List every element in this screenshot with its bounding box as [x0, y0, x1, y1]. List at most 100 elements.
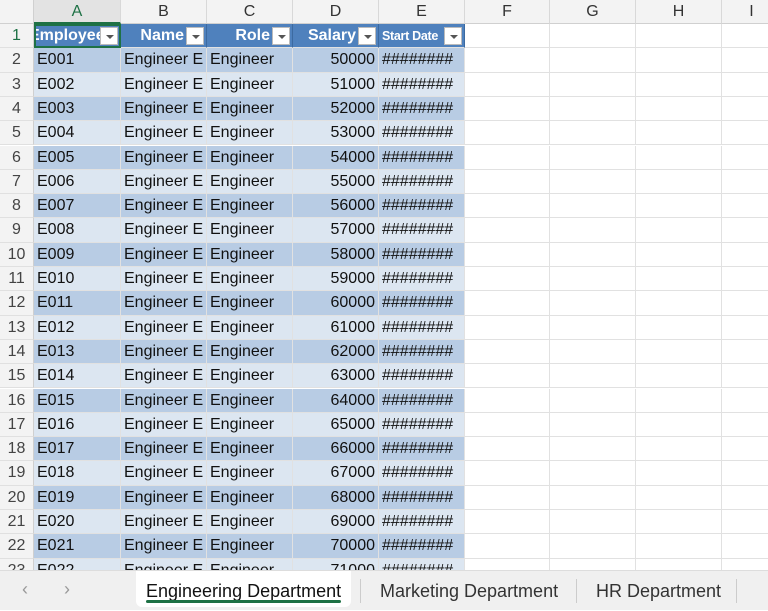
empty-cell[interactable]	[550, 169, 636, 195]
empty-cell[interactable]	[465, 388, 550, 413]
empty-cell[interactable]	[636, 315, 722, 340]
cell-role[interactable]: Engineer	[207, 218, 293, 243]
row-header[interactable]: 8	[0, 194, 34, 219]
empty-cell[interactable]	[465, 339, 550, 365]
row-header[interactable]: 4	[0, 96, 34, 122]
empty-cell[interactable]	[550, 388, 636, 413]
empty-cell[interactable]	[465, 534, 550, 559]
row-header[interactable]: 17	[0, 412, 34, 438]
empty-cell[interactable]	[465, 437, 550, 462]
empty-cell[interactable]	[465, 145, 550, 170]
cell-salary[interactable]: 68000	[293, 485, 379, 510]
cell-role[interactable]: Engineer	[207, 121, 293, 146]
empty-cell[interactable]	[722, 218, 768, 243]
cell-name[interactable]: Engineer E	[121, 48, 207, 73]
row-header[interactable]: 22	[0, 534, 34, 559]
cell-employee[interactable]: E001	[34, 48, 121, 73]
empty-cell[interactable]	[636, 364, 722, 389]
empty-cell[interactable]	[465, 485, 550, 510]
cell-name[interactable]: Engineer E	[121, 315, 207, 340]
row-header[interactable]: 23	[0, 558, 34, 570]
empty-cell[interactable]	[465, 364, 550, 389]
empty-cell[interactable]	[722, 461, 768, 486]
column-header-e[interactable]: E	[379, 0, 465, 24]
cell-name[interactable]: Engineer E	[121, 145, 207, 170]
cell-start-date[interactable]: ########	[379, 169, 465, 195]
empty-cell[interactable]	[636, 461, 722, 486]
select-all-corner[interactable]	[0, 0, 34, 24]
empty-cell[interactable]	[636, 72, 722, 97]
header-cell-employee[interactable]: Employee	[34, 24, 121, 49]
cell-employee[interactable]: E007	[34, 194, 121, 219]
empty-cell[interactable]	[636, 388, 722, 413]
empty-cell[interactable]	[550, 218, 636, 243]
row-header[interactable]: 20	[0, 485, 34, 510]
empty-cell[interactable]	[636, 121, 722, 146]
empty-cell[interactable]	[550, 194, 636, 219]
cell-salary[interactable]: 66000	[293, 437, 379, 462]
empty-cell[interactable]	[550, 364, 636, 389]
empty-cell[interactable]	[636, 169, 722, 195]
empty-cell[interactable]	[722, 146, 768, 170]
tab-engineering-department[interactable]: Engineering Department	[136, 571, 352, 607]
empty-cell[interactable]	[636, 437, 722, 462]
cell-role[interactable]: Engineer	[207, 242, 293, 267]
empty-cell[interactable]	[722, 559, 768, 570]
cell-name[interactable]: Engineer E	[121, 412, 207, 438]
empty-cell[interactable]	[636, 412, 722, 438]
empty-cell[interactable]	[722, 48, 768, 73]
cell-role[interactable]: Engineer	[207, 169, 293, 195]
row-header[interactable]: 7	[0, 169, 34, 195]
empty-cell[interactable]	[550, 96, 636, 122]
empty-cell[interactable]	[722, 24, 768, 49]
empty-cell[interactable]	[465, 315, 550, 340]
empty-cell[interactable]	[722, 510, 768, 535]
empty-cell[interactable]	[550, 72, 636, 97]
empty-cell[interactable]	[550, 48, 636, 73]
empty-cell[interactable]	[465, 72, 550, 97]
row-header[interactable]: 14	[0, 339, 34, 365]
empty-cell[interactable]	[550, 291, 636, 316]
cell-start-date[interactable]: ########	[379, 534, 465, 559]
cell-salary[interactable]: 50000	[293, 48, 379, 73]
filter-dropdown-icon[interactable]	[186, 27, 204, 45]
cell-start-date[interactable]: ########	[379, 510, 465, 535]
cell-name[interactable]: Engineer E	[121, 267, 207, 292]
cell-start-date[interactable]: ########	[379, 121, 465, 146]
cell-employee[interactable]: E006	[34, 169, 121, 195]
empty-cell[interactable]	[550, 315, 636, 340]
empty-cell[interactable]	[636, 96, 722, 122]
empty-cell[interactable]	[465, 194, 550, 219]
empty-cell[interactable]	[636, 242, 722, 267]
row-header[interactable]: 21	[0, 510, 34, 535]
cell-start-date[interactable]: ########	[379, 145, 465, 170]
empty-cell[interactable]	[465, 510, 550, 535]
empty-cell[interactable]	[722, 267, 768, 292]
cell-start-date[interactable]: ########	[379, 339, 465, 365]
empty-cell[interactable]	[465, 121, 550, 146]
cell-name[interactable]: Engineer E	[121, 96, 207, 122]
cell-salary[interactable]: 70000	[293, 534, 379, 559]
cell-start-date[interactable]: ########	[379, 218, 465, 243]
filter-dropdown-icon[interactable]	[444, 27, 462, 45]
empty-cell[interactable]	[722, 534, 768, 559]
cell-start-date[interactable]: ########	[379, 194, 465, 219]
cell-name[interactable]: Engineer E	[121, 121, 207, 146]
empty-cell[interactable]	[722, 97, 768, 122]
empty-cell[interactable]	[636, 48, 722, 73]
cell-name[interactable]: Engineer E	[121, 388, 207, 413]
cell-employee[interactable]: E002	[34, 72, 121, 97]
row-header[interactable]: 16	[0, 388, 34, 413]
cell-name[interactable]: Engineer E	[121, 72, 207, 97]
empty-cell[interactable]	[722, 170, 768, 195]
empty-cell[interactable]	[550, 534, 636, 559]
cell-role[interactable]: Engineer	[207, 96, 293, 122]
empty-cell[interactable]	[550, 145, 636, 170]
empty-cell[interactable]	[722, 194, 768, 219]
empty-cell[interactable]	[636, 267, 722, 292]
tab-hr-department[interactable]: HR Department	[586, 571, 731, 607]
row-header[interactable]: 11	[0, 267, 34, 292]
cell-employee[interactable]: E010	[34, 267, 121, 292]
empty-cell[interactable]	[465, 461, 550, 486]
empty-cell[interactable]	[636, 558, 722, 570]
